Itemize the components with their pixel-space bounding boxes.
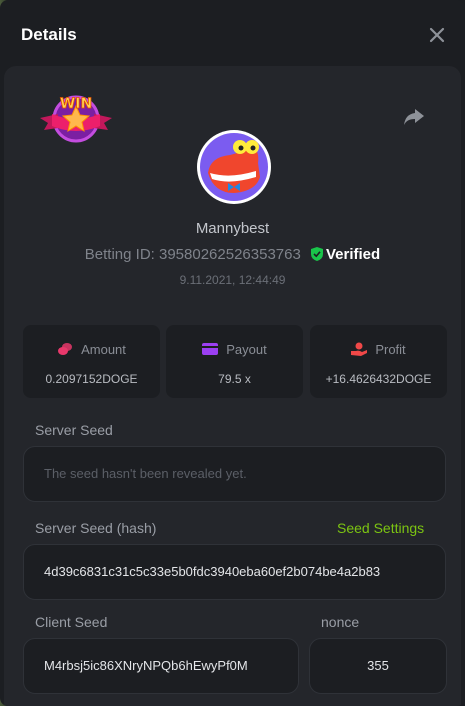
username: Mannybest (195, 220, 270, 237)
seed-settings-link[interactable]: Seed Settings (337, 520, 424, 536)
betting-id-label: Betting ID: (84, 246, 155, 263)
betting-id-value: 39580262526353763 (159, 246, 301, 263)
server-seed-hash-field[interactable]: 4d39c6831c31c5c33e5b0fdc3940eba60ef2b074… (23, 544, 446, 600)
stat-label: Profit (375, 342, 406, 357)
win-badge: WIN (38, 90, 114, 146)
stat-payout: Payout 79.5 x (166, 325, 303, 398)
wallet-icon (202, 343, 219, 355)
client-seed-value: M4rbsj5ic86XNryNPQb6hEwyPf0M (44, 658, 248, 673)
stat-value: +16.4626432DOGE (325, 372, 432, 386)
server-seed-label: Server Seed (35, 422, 113, 438)
modal-header: Details (0, 0, 465, 66)
modal-title: Details (21, 25, 77, 44)
stat-amount: Amount 0.2097152DOGE (23, 325, 160, 398)
server-seed-hash-label: Server Seed (hash) (35, 520, 157, 536)
details-modal: Details WIN Mannybest Betting ID: 395802… (0, 0, 465, 706)
svg-text:WIN: WIN (60, 96, 92, 112)
stat-label: Amount (81, 342, 126, 357)
nonce-value: 355 (367, 658, 389, 673)
win-badge-icon: WIN (40, 95, 112, 143)
close-button[interactable] (427, 25, 447, 45)
stat-value: 0.2097152DOGE (45, 372, 138, 386)
coins-icon (58, 343, 73, 355)
bet-details-card: WIN Mannybest Betting ID: 39580262526353… (4, 66, 461, 706)
betting-id-row: Betting ID: 39580262526353763 Verified (4, 246, 461, 263)
verified-shield-icon (311, 247, 323, 261)
server-seed-hash-value: 4d39c6831c31c5c33e5b0fdc3940eba60ef2b074… (44, 564, 381, 579)
close-icon (429, 27, 445, 43)
verified-label: Verified (326, 246, 381, 263)
server-seed-placeholder: The seed hasn't been revealed yet. (44, 466, 247, 481)
bet-datetime: 9.11.2021, 12:44:49 (179, 273, 286, 287)
crocodile-avatar-icon (208, 140, 260, 193)
server-seed-field[interactable]: The seed hasn't been revealed yet. (23, 446, 446, 502)
client-seed-field[interactable]: M4rbsj5ic86XNryNPQb6hEwyPf0M (23, 638, 299, 694)
client-seed-label: Client Seed (35, 614, 108, 630)
share-button[interactable] (402, 106, 426, 128)
nonce-label: nonce (321, 614, 360, 630)
stat-value: 79.5 x (218, 372, 251, 386)
stat-label: Payout (226, 342, 267, 357)
hand-coin-icon (351, 342, 368, 356)
share-icon (404, 109, 424, 125)
avatar (197, 130, 271, 204)
stat-profit: Profit +16.4626432DOGE (310, 325, 447, 398)
nonce-field[interactable]: 355 (309, 638, 447, 694)
